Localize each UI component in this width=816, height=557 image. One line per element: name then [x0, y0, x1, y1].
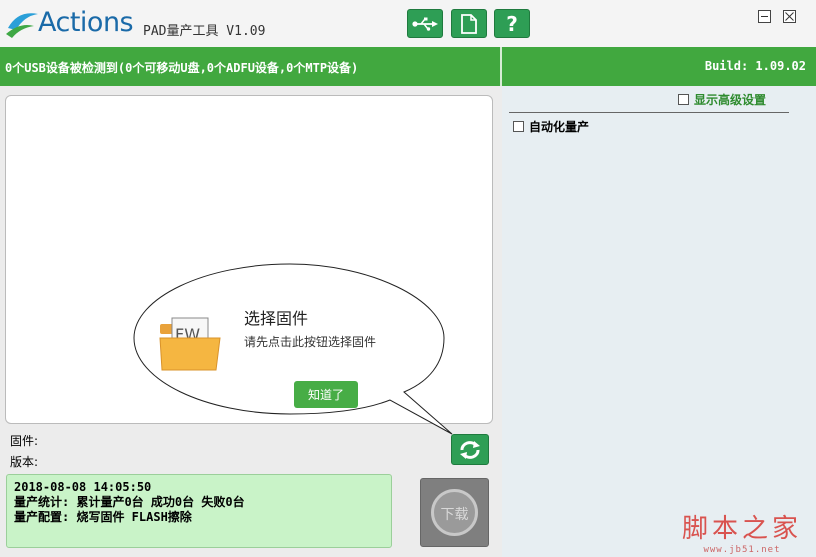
log-line-config: 量产配置: 烧写固件 FLASH擦除 — [14, 510, 192, 524]
settings-divider — [509, 112, 789, 113]
auto-production-label: 自动化量产 — [529, 120, 590, 134]
select-firmware-button[interactable] — [451, 434, 489, 465]
firmware-hint-bubble — [133, 263, 453, 435]
log-line-stats: 量产统计: 累计量产0台 成功0台 失败0台 — [14, 495, 245, 509]
production-log: 2018-08-08 14:05:50 量产统计: 累计量产0台 成功0台 失败… — [6, 474, 392, 548]
firmware-label: 固件: — [10, 434, 39, 448]
refresh-icon — [460, 440, 480, 459]
status-divider — [500, 47, 502, 86]
select-firmware-title: 选择固件 — [244, 309, 309, 328]
build-version: Build: 1.09.02 — [704, 59, 806, 73]
help-icon: ? — [506, 11, 518, 36]
show-advanced-label: 显示高级设置 — [694, 93, 767, 107]
show-advanced-checkbox[interactable] — [678, 94, 689, 105]
main-window: Actions PAD量产工具 V1.09 ? 0个USB设备被检测到(0个可移… — [0, 0, 816, 557]
show-advanced-toggle[interactable]: 显示高级设置 — [678, 91, 766, 108]
watermark-main: 脚本之家 — [681, 514, 802, 544]
auto-production-toggle[interactable]: 自动化量产 — [513, 118, 589, 135]
minimize-button[interactable] — [758, 10, 771, 23]
got-it-button[interactable]: 知道了 — [294, 381, 358, 408]
auto-production-checkbox[interactable] — [513, 121, 524, 132]
download-button[interactable]: 下载 — [420, 478, 489, 547]
close-icon — [785, 12, 794, 21]
settings-panel — [502, 86, 816, 557]
select-firmware-hint: 请先点击此按钮选择固件 — [244, 335, 377, 349]
version-label: 版本: — [10, 455, 39, 469]
site-watermark: 脚本之家 www.jb51.net — [682, 508, 802, 555]
firmware-folder-icon: FW — [159, 317, 221, 371]
log-line-timestamp: 2018-08-08 14:05:50 — [14, 480, 152, 494]
download-label: 下载 — [440, 507, 469, 523]
watermark-url: www.jb51.net — [703, 545, 781, 555]
close-button[interactable] — [783, 10, 796, 23]
